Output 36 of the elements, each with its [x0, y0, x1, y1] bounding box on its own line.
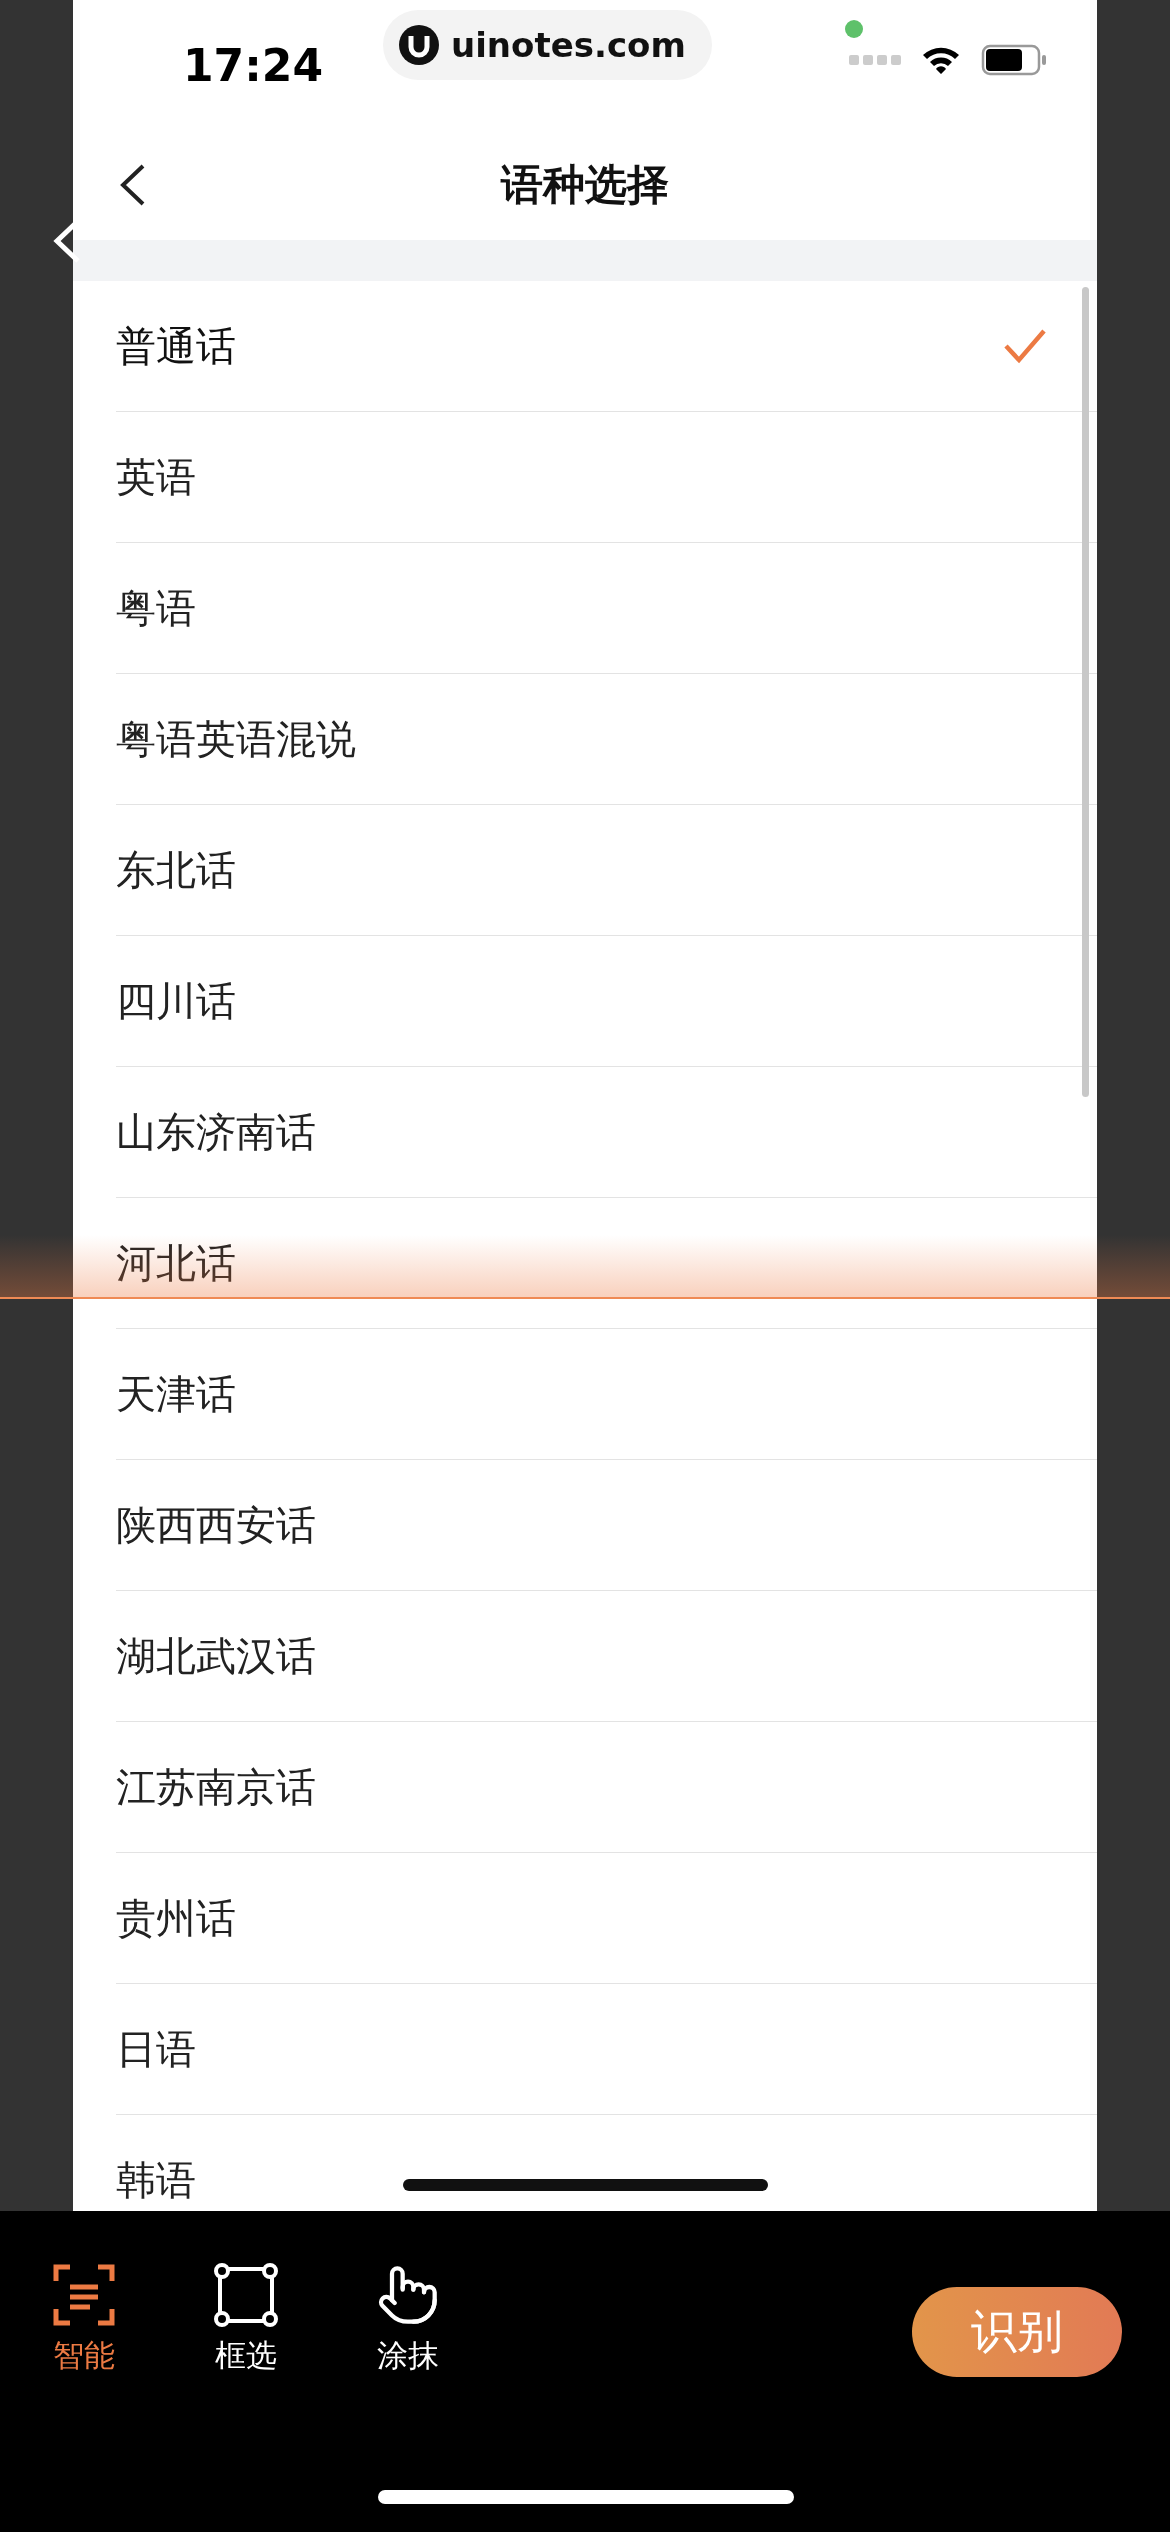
- camera-indicator-icon: [845, 20, 863, 38]
- language-label: 河北话: [116, 1238, 236, 1288]
- language-option[interactable]: 江苏南京话: [116, 1722, 1097, 1853]
- language-label: 天津话: [116, 1369, 236, 1419]
- language-label: 英语: [116, 452, 196, 502]
- tool-button[interactable]: 智能: [48, 2263, 120, 2377]
- language-label: 山东济南话: [116, 1107, 316, 1157]
- tool-button[interactable]: 涂抹: [372, 2263, 444, 2377]
- language-option[interactable]: 贵州话: [116, 1853, 1097, 1984]
- language-label: 贵州话: [116, 1893, 236, 1943]
- battery-icon: [981, 44, 1047, 76]
- frame-select-icon: [214, 2263, 278, 2327]
- language-option[interactable]: 天津话: [116, 1329, 1097, 1460]
- url-text: uinotes.com: [451, 25, 686, 65]
- language-label: 江苏南京话: [116, 1762, 316, 1812]
- scan-text-icon: [52, 2263, 116, 2327]
- language-option[interactable]: 日语: [116, 1984, 1097, 2115]
- language-label: 四川话: [116, 976, 236, 1026]
- language-label: 普通话: [116, 321, 236, 371]
- hand-icon: [376, 2263, 440, 2327]
- tool-button[interactable]: 框选: [210, 2263, 282, 2377]
- language-option[interactable]: 湖北武汉话: [116, 1591, 1097, 1722]
- wifi-icon: [921, 45, 961, 75]
- site-logo-icon: [399, 25, 439, 65]
- page-title: 语种选择: [501, 159, 669, 211]
- language-label: 韩语: [116, 2155, 196, 2205]
- signal-icon: [849, 54, 901, 66]
- language-label: 粤语英语混说: [116, 714, 356, 764]
- language-option[interactable]: 陕西西安话: [116, 1460, 1097, 1591]
- language-option[interactable]: 河北话: [116, 1198, 1097, 1329]
- language-label: 湖北武汉话: [116, 1631, 316, 1681]
- language-label: 粤语: [116, 583, 196, 633]
- language-label: 日语: [116, 2024, 196, 2074]
- language-label: 陕西西安话: [116, 1500, 316, 1550]
- status-time: 17:24: [183, 39, 323, 91]
- language-label: 东北话: [116, 845, 236, 895]
